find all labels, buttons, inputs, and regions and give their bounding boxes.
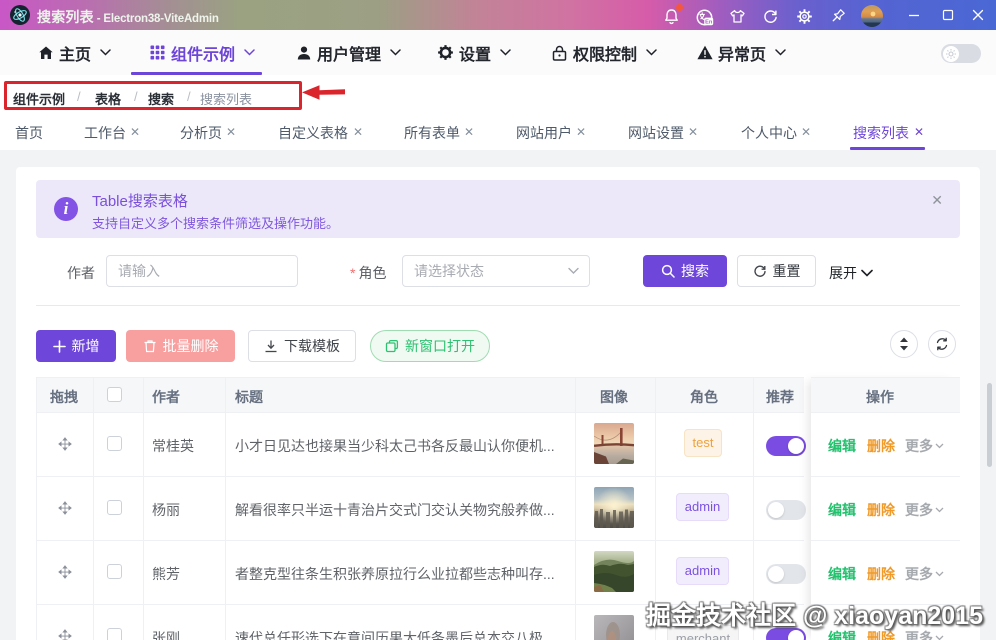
svg-text:En: En [705,19,713,25]
